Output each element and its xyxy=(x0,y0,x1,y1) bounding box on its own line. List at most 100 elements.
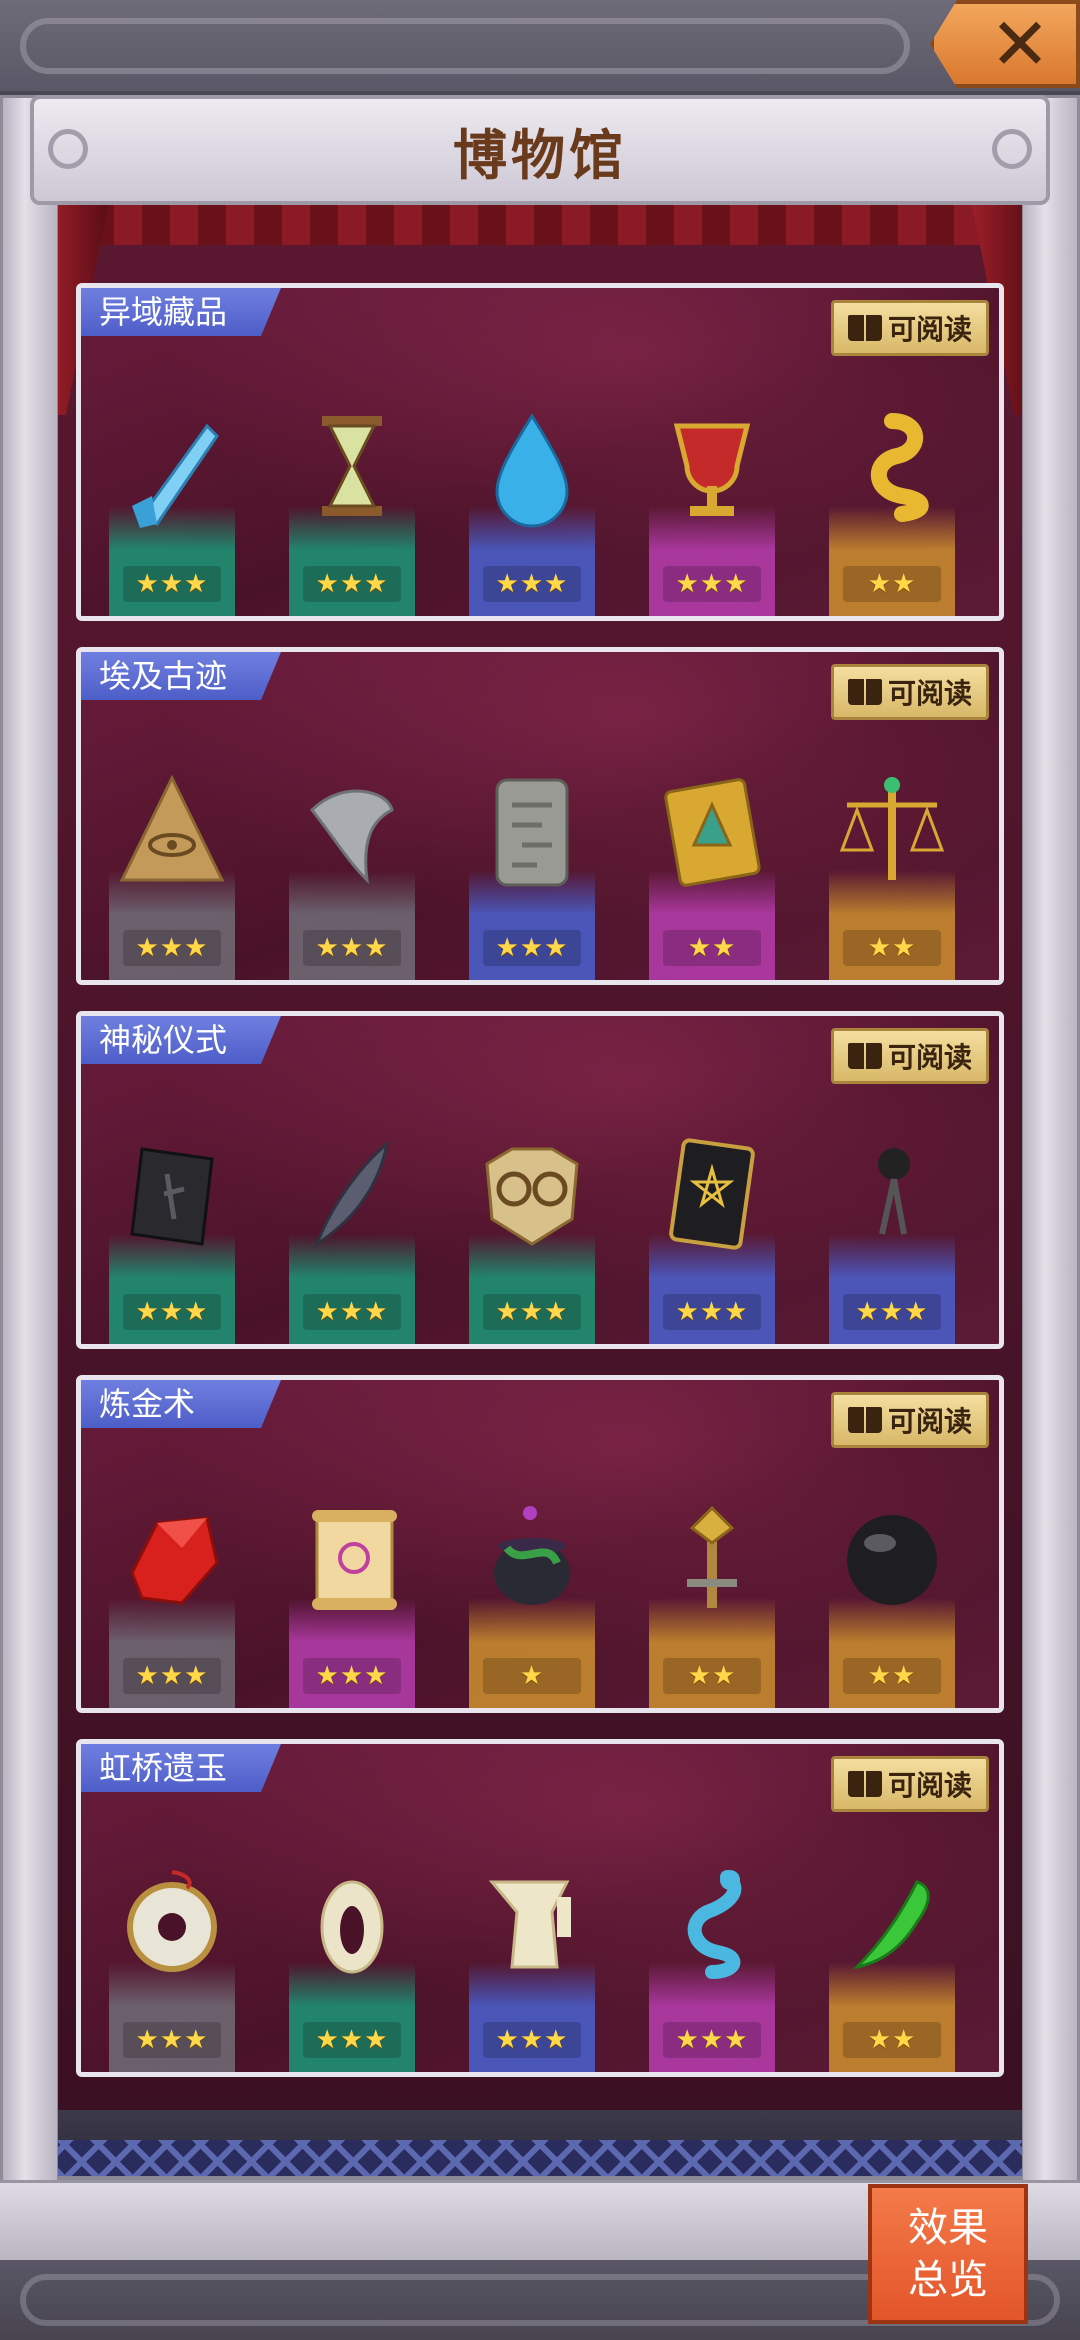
left-pillar xyxy=(0,95,60,2195)
title-board: 博物馆 xyxy=(30,95,1050,205)
black-pendant-icon xyxy=(832,1124,952,1264)
jade-disc-icon xyxy=(112,1852,232,1992)
collection-section: 埃及古迹 可阅读 ★★★ ★★★ ★★★ ★★ ★★ xyxy=(76,647,1004,985)
top-decoration-band xyxy=(0,0,1080,95)
star-rating: ★★★ xyxy=(303,930,401,966)
golden-book-icon xyxy=(652,760,772,900)
close-button[interactable]: ✕ xyxy=(930,0,1080,88)
scroll-ornament-icon xyxy=(992,129,1032,169)
artifact-item[interactable]: ★★ xyxy=(829,1448,955,1708)
artifact-item[interactable]: ★★ xyxy=(829,720,955,980)
star-rating: ★★ xyxy=(843,2022,941,2058)
artifact-item[interactable]: ★★ xyxy=(649,1448,775,1708)
star-rating: ★★★ xyxy=(843,1294,941,1330)
jade-ring-icon xyxy=(292,1852,412,1992)
star-rating: ★★ xyxy=(663,930,761,966)
artifact-item[interactable]: ★★★ xyxy=(649,1812,775,2072)
scroll-ornament-icon xyxy=(48,129,88,169)
readable-button[interactable]: 可阅读 xyxy=(831,1392,989,1448)
scales-icon xyxy=(832,760,952,900)
goblet-icon xyxy=(652,396,772,536)
artifact-item[interactable]: ★★★ xyxy=(289,356,415,616)
collection-section: 炼金术 可阅读 ★★★ ★★★ ★ ★★ ★★ xyxy=(76,1375,1004,1713)
star-rating: ★★★ xyxy=(123,566,221,602)
star-rating: ★ xyxy=(483,1658,581,1694)
artifact-row: ★★★ ★★★ ★★★ ★★ ★★ xyxy=(81,720,999,980)
artifact-item[interactable]: ★★ xyxy=(829,1812,955,2072)
page-title: 博物馆 xyxy=(453,123,627,187)
artifact-item[interactable]: ★★★ xyxy=(829,1084,955,1344)
artifact-item[interactable]: ★ xyxy=(469,1448,595,1708)
diamond-trim xyxy=(58,2140,1022,2176)
open-book-icon xyxy=(847,1407,882,1433)
artifact-item[interactable]: ★★★ xyxy=(469,720,595,980)
right-pillar xyxy=(1020,95,1080,2195)
green-jade-icon xyxy=(832,1852,952,1992)
star-rating: ★★★ xyxy=(483,930,581,966)
section-title: 埃及古迹 xyxy=(81,652,281,700)
hourglass-icon xyxy=(292,396,412,536)
jade-vessel-icon xyxy=(472,1852,592,1992)
star-rating: ★★ xyxy=(843,930,941,966)
star-rating: ★★★ xyxy=(483,566,581,602)
artifact-item[interactable]: ★★★ xyxy=(649,1084,775,1344)
artifact-item[interactable]: ★★★ xyxy=(289,720,415,980)
artifact-item[interactable]: ★★★ xyxy=(469,1084,595,1344)
artifact-item[interactable]: ★★★ xyxy=(469,356,595,616)
museum-stage: 异域藏品 可阅读 ★★★ ★★★ ★★★ ★★★ ★★ 埃及古迹 可阅读 ★★★ ★★★ ★★★ ★★ ★… xyxy=(58,205,1022,2110)
stone-fish-icon xyxy=(292,760,412,900)
readable-button[interactable]: 可阅读 xyxy=(831,1756,989,1812)
artifact-item[interactable]: ★★★ xyxy=(289,1084,415,1344)
artifact-item[interactable]: ★★★ xyxy=(469,1812,595,2072)
artifact-item[interactable]: ★★★ xyxy=(109,356,235,616)
readable-button[interactable]: 可阅读 xyxy=(831,1028,989,1084)
rune-stone-icon xyxy=(112,1124,232,1264)
star-rating: ★★★ xyxy=(303,566,401,602)
star-rating: ★★ xyxy=(843,566,941,602)
open-book-icon xyxy=(847,315,882,341)
collection-section: 异域藏品 可阅读 ★★★ ★★★ ★★★ ★★★ ★★ xyxy=(76,283,1004,621)
star-rating: ★★★ xyxy=(663,566,761,602)
open-book-icon xyxy=(847,679,882,705)
artifact-item[interactable]: ★★★ xyxy=(109,1084,235,1344)
water-drop-icon xyxy=(472,396,592,536)
artifact-item[interactable]: ★★★ xyxy=(289,1448,415,1708)
readable-label: 可阅读 xyxy=(887,1041,972,1074)
effect-summary-button[interactable]: 效果 总览 xyxy=(868,2184,1028,2324)
artifact-row: ★★★ ★★★ ★ ★★ ★★ xyxy=(81,1448,999,1708)
artifact-item[interactable]: ★★ xyxy=(649,720,775,980)
section-title: 虹桥遗玉 xyxy=(81,1744,281,1792)
star-rating: ★★★ xyxy=(663,2022,761,2058)
owl-mask-icon xyxy=(472,1124,592,1264)
star-rating: ★★★ xyxy=(123,930,221,966)
artifact-item[interactable]: ★★★ xyxy=(649,356,775,616)
celtic-knot-ornament xyxy=(20,18,910,74)
scroll-icon xyxy=(292,1488,412,1628)
summary-label-line1: 效果 xyxy=(908,2205,988,2251)
artifact-item[interactable]: ★★★ xyxy=(109,1448,235,1708)
artifact-item[interactable]: ★★★ xyxy=(109,720,235,980)
summary-label-line2: 总览 xyxy=(908,2257,988,2303)
black-orb-icon xyxy=(832,1488,952,1628)
golden-snake-icon xyxy=(832,396,952,536)
star-rating: ★★★ xyxy=(303,2022,401,2058)
artifact-item[interactable]: ★★★ xyxy=(109,1812,235,2072)
artifact-item[interactable]: ★★ xyxy=(829,356,955,616)
collection-section: 神秘仪式 可阅读 ★★★ ★★★ ★★★ ★★★ ★★★ xyxy=(76,1011,1004,1349)
artifact-item[interactable]: ★★★ xyxy=(289,1812,415,2072)
jade-dragon-icon xyxy=(652,1852,772,1992)
readable-label: 可阅读 xyxy=(887,313,972,346)
readable-label: 可阅读 xyxy=(887,1769,972,1802)
star-rating: ★★★ xyxy=(483,1294,581,1330)
curtain-valance xyxy=(58,205,1022,245)
stone-tablet-icon xyxy=(472,760,592,900)
readable-label: 可阅读 xyxy=(887,677,972,710)
readable-button[interactable]: 可阅读 xyxy=(831,300,989,356)
star-rating: ★★★ xyxy=(303,1294,401,1330)
crystal-shard-icon xyxy=(112,396,232,536)
open-book-icon xyxy=(847,1043,882,1069)
golden-staff-icon xyxy=(652,1488,772,1628)
readable-button[interactable]: 可阅读 xyxy=(831,664,989,720)
section-title: 炼金术 xyxy=(81,1380,281,1428)
star-rating: ★★★ xyxy=(123,1294,221,1330)
